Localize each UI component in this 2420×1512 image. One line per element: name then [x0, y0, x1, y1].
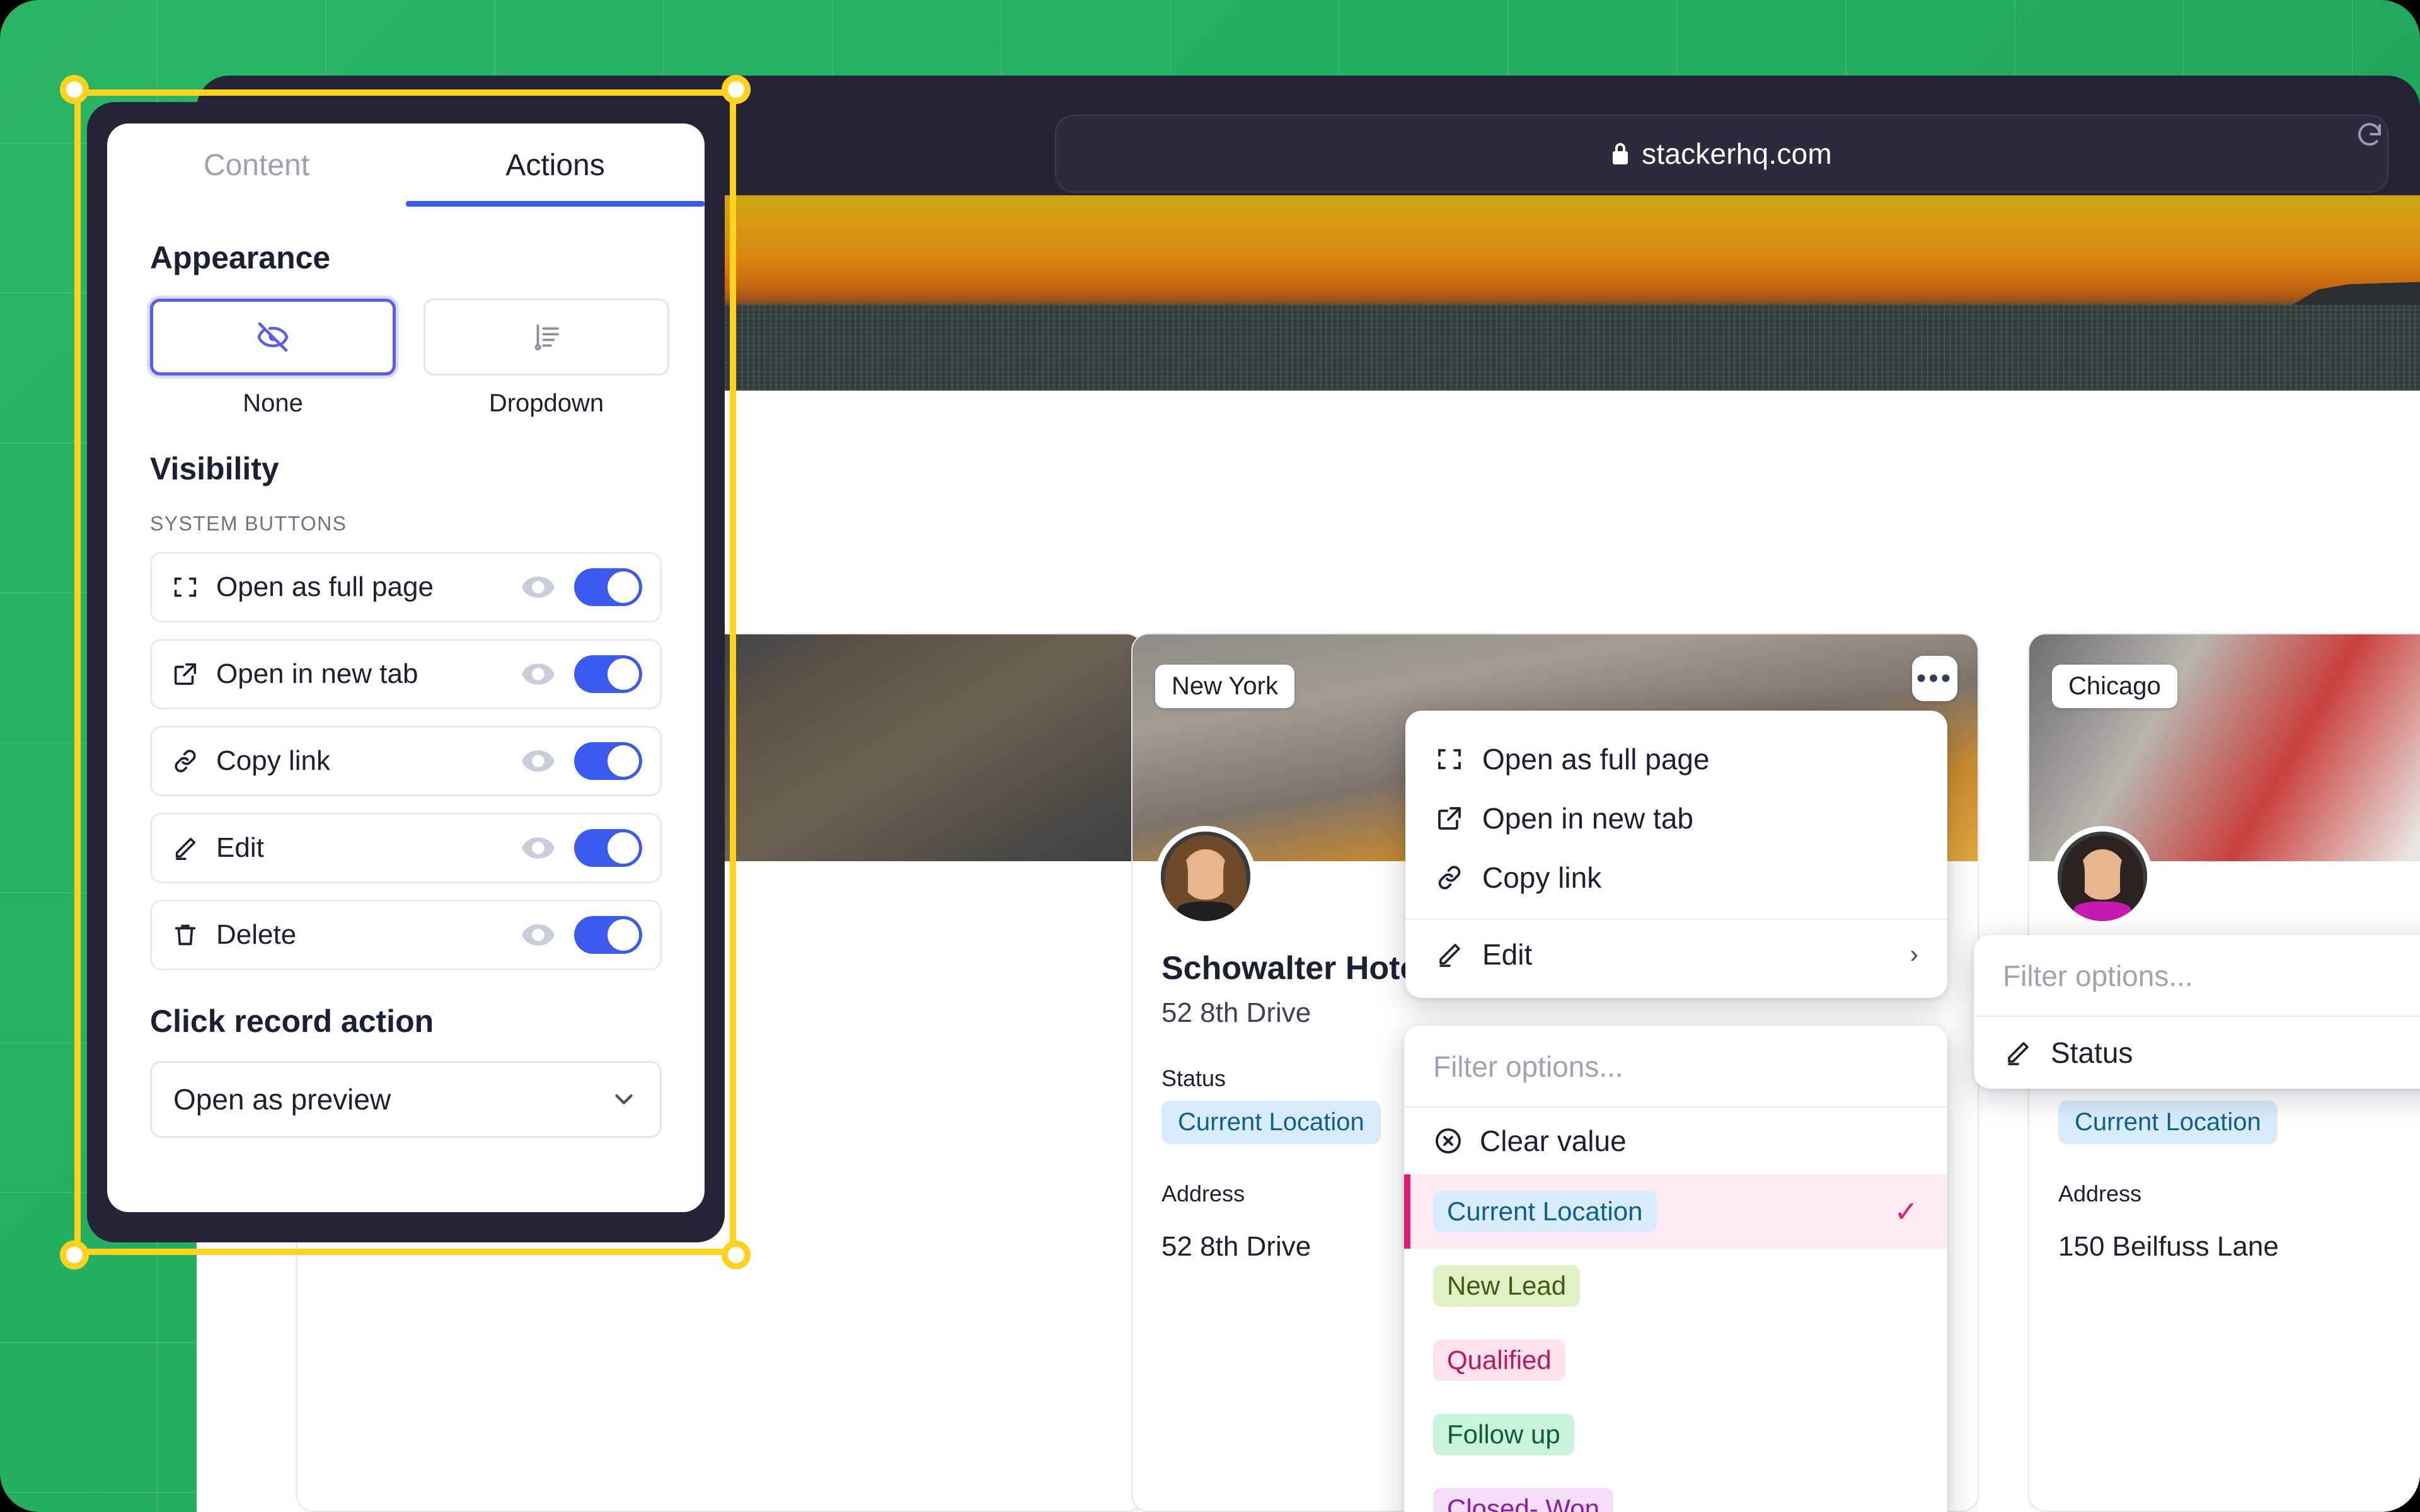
pencil-icon	[2003, 1038, 2033, 1068]
appearance-option-dropdown-label: Dropdown	[488, 389, 604, 417]
expand-icon	[1434, 744, 1465, 774]
url-text: stackerhq.com	[1642, 137, 1832, 170]
eye-icon[interactable]	[519, 655, 558, 694]
status-badge: Current Location	[1161, 1101, 1381, 1144]
status-options-dropdown[interactable]: Filter options... Clear value Current Lo…	[1404, 1026, 1947, 1512]
system-buttons-group-label: SYSTEM BUTTONS	[150, 512, 347, 535]
chevron-down-icon	[609, 1085, 638, 1114]
visibility-row-copy-link[interactable]: Copy link	[150, 726, 662, 796]
context-menu-item-label: Open as full page	[1482, 743, 1710, 776]
visibility-section-title: Visibility	[150, 451, 279, 486]
eye-icon[interactable]	[519, 742, 558, 781]
appearance-section-title: Appearance	[150, 240, 331, 275]
appearance-option-none[interactable]: None	[150, 299, 396, 418]
link-icon	[171, 747, 200, 776]
appearance-option-dropdown[interactable]: Dropdown	[424, 299, 669, 418]
visibility-toggle[interactable]	[574, 742, 642, 780]
address-label: Address	[2058, 1181, 2142, 1206]
editor-tabs: Content Actions	[107, 123, 705, 207]
context-menu-divider	[1405, 919, 1947, 920]
appearance-options: None Dropdown	[150, 299, 705, 418]
field-dropdown-item-label: Status	[2051, 1036, 2133, 1069]
record-context-menu[interactable]: Open as full page Open in new tab Copy l…	[1405, 711, 1947, 998]
visibility-row-label: Copy link	[216, 745, 330, 776]
visibility-toggle[interactable]	[574, 916, 642, 954]
card-more-button[interactable]: •••	[1912, 656, 1957, 701]
outer-frame: stackerhq.com 80768 Hauk Park	[0, 0, 2420, 1512]
screenshot-stage: stackerhq.com 80768 Hauk Park	[0, 0, 2420, 1512]
visibility-row-label: Open in new tab	[216, 658, 418, 689]
lock-icon	[1611, 143, 1629, 164]
status-option-tag: Current Location	[1433, 1191, 1657, 1232]
check-icon: ✓	[1894, 1195, 1918, 1228]
status-option-tag: New Lead	[1433, 1265, 1581, 1307]
context-menu-item-label: Edit	[1482, 938, 1533, 971]
visibility-row-edit[interactable]: Edit	[150, 813, 662, 883]
appearance-option-none-label: None	[243, 389, 303, 417]
field-dropdown[interactable]: Filter options... Status	[1974, 935, 2420, 1089]
visibility-row-delete[interactable]: Delete	[150, 900, 662, 970]
eye-icon[interactable]	[519, 828, 558, 868]
clear-circle-icon	[1433, 1126, 1463, 1156]
reload-icon[interactable]	[2354, 120, 2385, 151]
visibility-row-label: Open as full page	[216, 571, 434, 602]
click-record-action-value: Open as preview	[173, 1083, 391, 1116]
city-badge: New York	[1155, 665, 1294, 708]
status-option-tag: Follow up	[1433, 1414, 1574, 1455]
field-dropdown-item-status[interactable]: Status	[1974, 1017, 2420, 1089]
status-badge: Current Location	[2058, 1101, 2278, 1144]
status-option-closed-won[interactable]: Closed- Won	[1404, 1472, 1947, 1512]
status-option-tag: Qualified	[1433, 1339, 1565, 1381]
visibility-row-open-as-full-page[interactable]: Open as full page	[150, 552, 662, 622]
eye-off-icon	[255, 319, 291, 355]
context-menu-item-open-in-new-tab[interactable]: Open in new tab	[1405, 789, 1947, 848]
field-filter-input[interactable]: Filter options...	[1974, 935, 2420, 1017]
avatar-face	[1161, 832, 1250, 921]
status-option-qualified[interactable]: Qualified	[1404, 1323, 1947, 1397]
context-menu-item-copy-link[interactable]: Copy link	[1405, 848, 1947, 907]
avatar	[1155, 826, 1256, 927]
status-option-follow-up[interactable]: Follow up	[1404, 1397, 1947, 1472]
address-bar[interactable]: stackerhq.com	[1055, 115, 2388, 193]
visibility-toggle[interactable]	[574, 829, 642, 867]
trash-icon	[171, 920, 200, 949]
context-menu-item-label: Open in new tab	[1482, 802, 1694, 835]
pencil-icon	[1434, 939, 1465, 970]
visibility-row-label: Delete	[216, 919, 297, 950]
appearance-option-none-box[interactable]	[150, 299, 396, 375]
tab-content[interactable]: Content	[107, 123, 406, 207]
avatar-face	[2058, 832, 2147, 921]
editor-panel: Content Actions Appearance None Dropdown…	[107, 123, 705, 1212]
card-subtitle: 52 8th Drive	[1161, 997, 1311, 1028]
chevron-right-icon: ›	[1910, 940, 1918, 968]
expand-icon	[171, 573, 200, 602]
status-option-tag: Closed- Won	[1433, 1488, 1613, 1512]
pencil-icon	[171, 833, 200, 862]
clear-value-label: Clear value	[1480, 1125, 1627, 1157]
context-menu-item-label: Copy link	[1482, 861, 1602, 894]
status-option-new-lead[interactable]: New Lead	[1404, 1249, 1947, 1323]
eye-icon[interactable]	[519, 568, 558, 607]
context-menu-item-open-as-full-page[interactable]: Open as full page	[1405, 730, 1947, 789]
external-link-icon	[171, 660, 200, 689]
tab-actions[interactable]: Actions	[406, 123, 705, 207]
address-value: 150 Beilfuss Lane	[2058, 1231, 2279, 1262]
status-option-current-location[interactable]: Current Location ✓	[1404, 1174, 1947, 1249]
eye-icon[interactable]	[519, 915, 558, 954]
visibility-toggle[interactable]	[574, 568, 642, 606]
external-link-icon	[1434, 803, 1465, 833]
avatar	[2052, 826, 2153, 927]
click-record-action-select[interactable]: Open as preview	[150, 1061, 662, 1138]
status-filter-input[interactable]: Filter options...	[1404, 1026, 1947, 1108]
visibility-row-label: Edit	[216, 832, 264, 863]
appearance-option-dropdown-box[interactable]	[424, 299, 669, 375]
visibility-toggle[interactable]	[574, 655, 642, 693]
context-menu-item-edit[interactable]: Edit ›	[1405, 925, 1947, 984]
visibility-row-open-in-new-tab[interactable]: Open in new tab	[150, 639, 662, 709]
click-record-action-title: Click record action	[150, 1004, 434, 1039]
link-icon	[1434, 862, 1465, 893]
list-icon	[529, 320, 563, 354]
clear-value-row[interactable]: Clear value	[1404, 1108, 1947, 1174]
city-badge: Chicago	[2052, 665, 2177, 708]
